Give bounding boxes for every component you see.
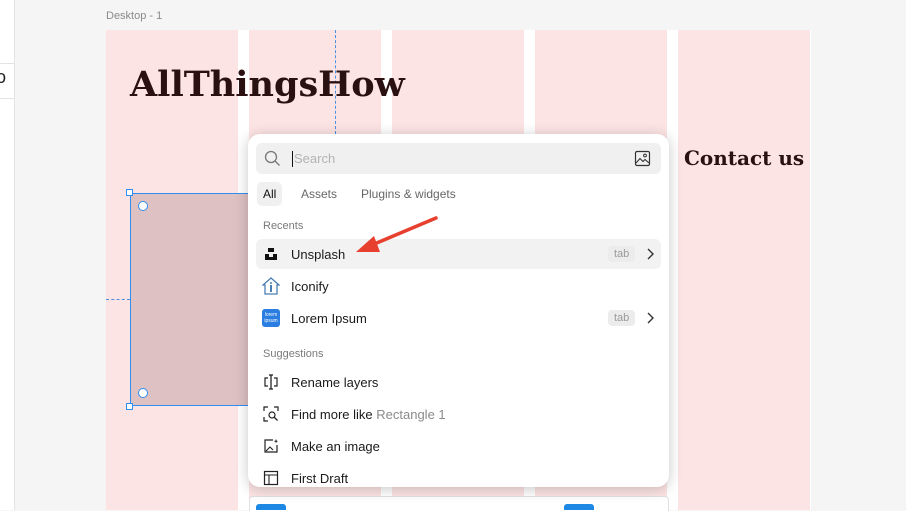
unsplash-icon xyxy=(262,245,280,263)
list-item-iconify[interactable]: Iconify xyxy=(256,271,661,301)
list-item-lorem-ipsum[interactable]: lorem ipsum Lorem Ipsum tab xyxy=(256,303,661,333)
quick-actions-panel: Search All Assets Plugins & widgets Rece… xyxy=(248,134,669,487)
resize-handle-bottom-left[interactable] xyxy=(126,403,133,410)
chevron-right-icon[interactable] xyxy=(645,311,655,330)
recents-heading: Recents xyxy=(263,220,304,232)
contact-text[interactable]: Contact us xyxy=(684,146,804,170)
search-placeholder: Search xyxy=(294,151,336,166)
image-search-icon[interactable] xyxy=(634,150,651,172)
item-label-main: Find more like xyxy=(291,407,373,422)
make-image-icon xyxy=(262,437,280,455)
search-input[interactable]: Search xyxy=(256,143,661,174)
corner-radius-handle[interactable] xyxy=(138,201,148,211)
rename-layers-icon xyxy=(262,373,280,391)
lorem-ipsum-icon: lorem ipsum xyxy=(262,309,280,327)
tab-shortcut-badge: tab xyxy=(608,246,636,262)
horizontal-guide xyxy=(106,299,130,300)
item-label: Lorem Ipsum xyxy=(291,311,367,326)
item-label: Iconify xyxy=(291,279,329,294)
toolbar-edge xyxy=(249,496,669,511)
find-more-icon xyxy=(262,405,280,423)
iconify-icon xyxy=(262,277,280,295)
tab-plugins-widgets[interactable]: Plugins & widgets xyxy=(355,182,462,206)
list-item-make-an-image[interactable]: Make an image xyxy=(256,431,661,461)
corner-radius-handle[interactable] xyxy=(138,388,148,398)
list-item-rename-layers[interactable]: Rename layers xyxy=(256,367,661,397)
resize-handle-top-left[interactable] xyxy=(126,189,133,196)
toolbar-chip xyxy=(256,504,286,510)
tab-all[interactable]: All xyxy=(257,182,283,206)
selected-rectangle[interactable] xyxy=(130,193,250,406)
layout-column xyxy=(678,30,810,510)
icon-text: ipsum xyxy=(264,318,278,324)
panel-glyph-icon: ↄ xyxy=(0,67,6,87)
annotation-arrow-icon xyxy=(356,216,438,252)
frame-label[interactable]: Desktop - 1 xyxy=(106,10,162,22)
item-label: Unsplash xyxy=(291,247,346,262)
suggestions-heading: Suggestions xyxy=(263,348,324,360)
item-label: First Draft xyxy=(291,471,349,486)
list-item-first-draft[interactable]: First Draft xyxy=(256,463,661,487)
first-draft-icon xyxy=(262,469,280,487)
tab-shortcut-badge: tab xyxy=(608,310,636,326)
text-caret xyxy=(292,151,293,167)
item-label: Rename layers xyxy=(291,375,379,390)
chevron-right-icon[interactable] xyxy=(645,247,655,266)
item-label: Find more like Rectangle 1 xyxy=(291,407,446,422)
tab-assets[interactable]: Assets xyxy=(295,182,343,206)
site-title-text[interactable]: AllThingsHow xyxy=(130,64,405,105)
list-item-find-more-like[interactable]: Find more like Rectangle 1 xyxy=(256,399,661,429)
search-icon xyxy=(264,150,281,172)
left-panel-edge: ↄ xyxy=(0,0,15,510)
item-label: Make an image xyxy=(291,439,380,454)
list-item-unsplash[interactable]: Unsplash tab xyxy=(256,239,661,269)
toolbar-chip xyxy=(564,504,594,510)
item-label-target: Rectangle 1 xyxy=(376,407,446,422)
